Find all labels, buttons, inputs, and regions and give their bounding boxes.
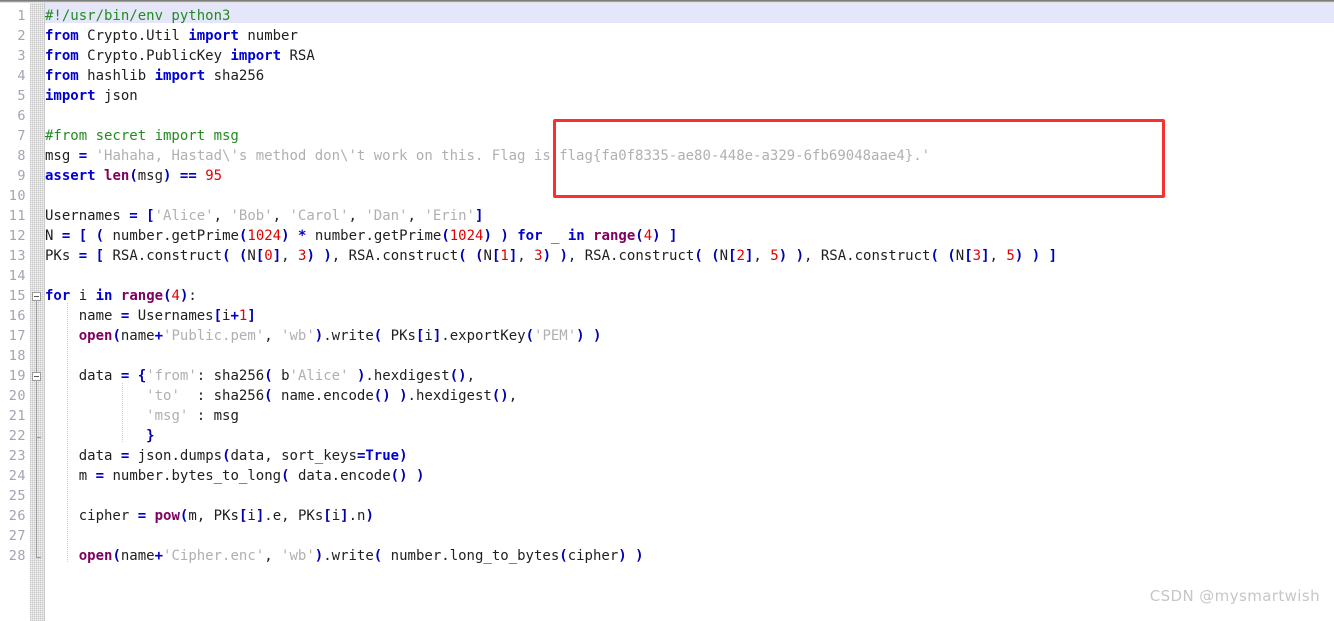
code-line[interactable] — [45, 106, 53, 126]
code-line[interactable]: m = number.bytes_to_long( data.encode() … — [45, 466, 425, 486]
line-number: 16 — [8, 308, 26, 324]
indent-guide — [122, 383, 123, 443]
line-number: 20 — [8, 388, 26, 404]
line-number: 21 — [8, 408, 26, 424]
code-line[interactable] — [45, 486, 53, 506]
line-number: 18 — [8, 348, 26, 364]
line-number: 12 — [8, 228, 26, 244]
code-folding-column[interactable] — [31, 3, 44, 621]
code-line[interactable]: open(name+'Cipher.enc', 'wb').write( num… — [45, 546, 644, 566]
code-surface[interactable]: #!/usr/bin/env python3 from Crypto.Util i… — [45, 3, 1334, 621]
line-number: 8 — [17, 148, 26, 164]
code-line[interactable] — [45, 266, 53, 286]
indent-guide — [67, 303, 68, 563]
code-line[interactable]: #!/usr/bin/env python3 — [45, 6, 230, 26]
code-line[interactable]: PKs = [ RSA.construct( (N[0], 3) ), RSA.… — [45, 246, 1057, 266]
line-number: 6 — [17, 108, 26, 124]
fold-range-end-tick — [36, 557, 41, 558]
line-number: 15 — [8, 288, 26, 304]
line-number: 14 — [8, 268, 26, 284]
code-line[interactable]: import json — [45, 86, 138, 106]
code-line[interactable]: from Crypto.Util import number — [45, 26, 298, 46]
line-number: 17 — [8, 328, 26, 344]
line-number: 13 — [8, 248, 26, 264]
code-line[interactable]: from hashlib import sha256 — [45, 66, 264, 86]
code-line[interactable]: cipher = pow(m, PKs[i].e, PKs[i].n) — [45, 506, 374, 526]
line-number: 24 — [8, 468, 26, 484]
line-number: 2 — [17, 28, 26, 44]
code-line[interactable]: open(name+'Public.pem', 'wb').write( PKs… — [45, 326, 602, 346]
line-number: 23 — [8, 448, 26, 464]
code-line[interactable]: #from secret import msg — [45, 126, 239, 146]
code-line[interactable]: } — [45, 426, 154, 446]
watermark-label: CSDN @mysmartwish — [1149, 587, 1320, 605]
code-line[interactable]: 'msg' : msg — [45, 406, 239, 426]
code-line[interactable] — [45, 346, 53, 366]
line-number-gutter: 1 2 3 4 5 6 7 8 9 10 11 12 13 14 15 16 17 18 19 20 21 22 23 24 2… — [0, 3, 30, 621]
line-number: 11 — [8, 208, 26, 224]
line-number: 5 — [17, 88, 26, 104]
line-number: 3 — [17, 48, 26, 64]
code-line[interactable]: data = {'from': sha256( b'Alice' ).hexdi… — [45, 366, 475, 386]
line-number: 22 — [8, 428, 26, 444]
line-number: 10 — [8, 188, 26, 204]
code-line[interactable] — [45, 186, 53, 206]
line-number: 19 — [8, 368, 26, 384]
code-line[interactable]: 'to' : sha256( name.encode() ).hexdigest… — [45, 386, 517, 406]
code-line[interactable]: assert len(msg) == 95 — [45, 166, 222, 186]
line-number: 25 — [8, 488, 26, 504]
line-number: 9 — [17, 168, 26, 184]
line-number: 1 — [17, 8, 26, 24]
code-line[interactable]: from Crypto.PublicKey import RSA — [45, 46, 315, 66]
code-line[interactable]: msg = 'Hahaha, Hastad\'s method don\'t w… — [45, 146, 930, 166]
fold-range-end-tick — [36, 437, 41, 438]
code-editor[interactable]: 1 2 3 4 5 6 7 8 9 10 11 12 13 14 15 16 17 18 19 20 21 22 23 24 2… — [0, 0, 1334, 621]
code-line[interactable]: Usernames = ['Alice', 'Bob', 'Carol', 'D… — [45, 206, 483, 226]
code-line[interactable]: name = Usernames[i+1] — [45, 306, 256, 326]
line-number: 26 — [8, 508, 26, 524]
fold-range-line — [36, 381, 37, 437]
line-number: 7 — [17, 128, 26, 144]
fold-toggle-icon[interactable] — [32, 292, 41, 301]
line-number: 28 — [8, 548, 26, 564]
code-line[interactable] — [45, 526, 53, 546]
code-line[interactable]: N = [ ( number.getPrime(1024) * number.g… — [45, 226, 677, 246]
line-number: 27 — [8, 528, 26, 544]
line-number: 4 — [17, 68, 26, 84]
fold-toggle-icon[interactable] — [32, 372, 41, 381]
code-line[interactable]: data = json.dumps(data, sort_keys=True) — [45, 446, 408, 466]
